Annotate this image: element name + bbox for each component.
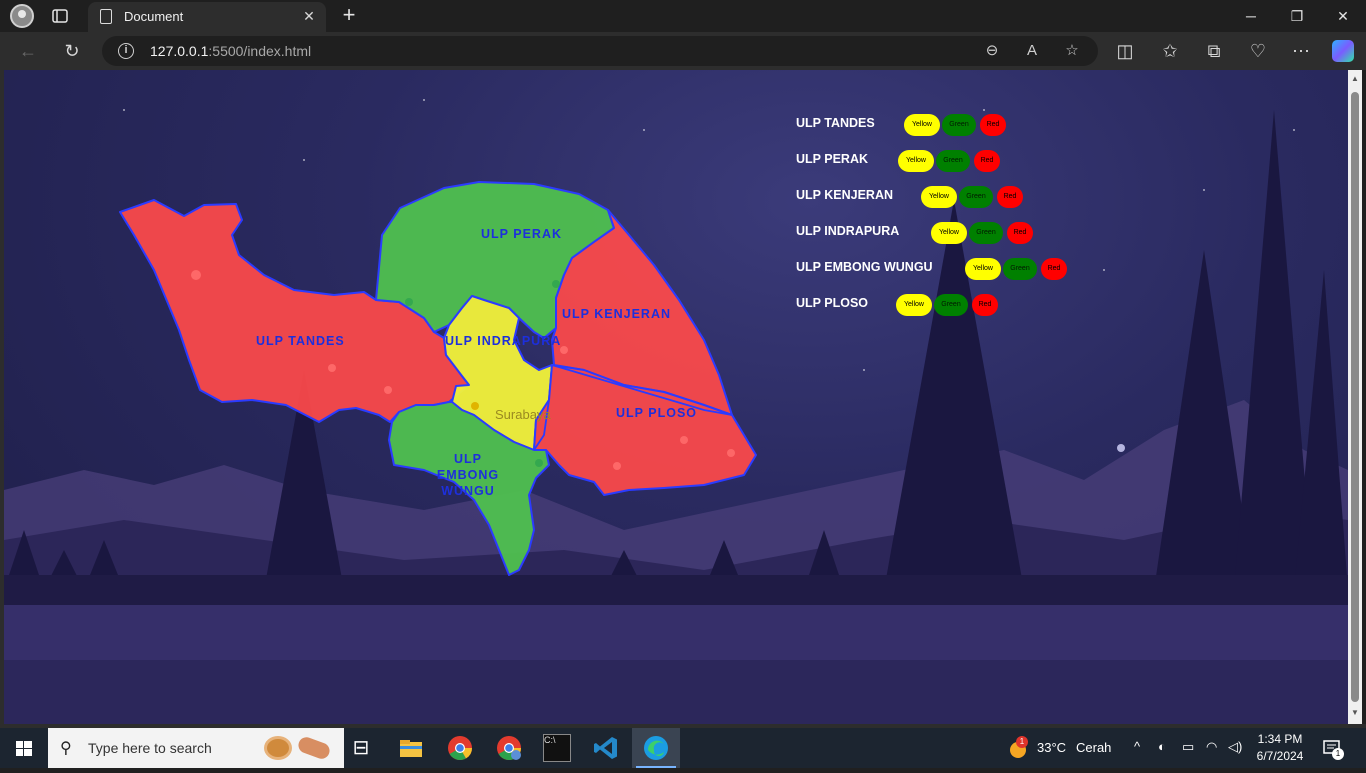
red-button[interactable]: Red [1041,258,1067,280]
legend-name: ULP INDRAPURA [796,224,900,238]
edge-icon [642,734,670,762]
legend-name: ULP TANDES [796,116,875,130]
settings-more-icon[interactable]: ⋯ [1290,40,1312,62]
zoom-out-icon[interactable]: ⊖ [982,41,1002,61]
scroll-up-arrow-icon[interactable]: ▲ [1350,74,1360,84]
chrome-icon[interactable] [446,734,474,762]
refresh-icon[interactable]: ↻ [61,40,83,62]
label-indrapura: ULP INDRAPURA [445,334,562,348]
close-window-icon[interactable]: ✕ [1320,0,1366,32]
green-button[interactable]: Green [1003,258,1037,280]
browser-titlebar: Document ✕ + ─ ❐ ✕ [0,0,1366,32]
chrome-profile-icon[interactable] [495,734,523,762]
start-button[interactable] [0,728,48,768]
profile-avatar-icon[interactable] [10,4,34,28]
legend-name: ULP PERAK [796,152,869,166]
green-button[interactable]: Green [934,294,968,316]
minimize-icon[interactable]: ─ [1228,0,1274,32]
url-text[interactable]: 127.0.0.1:5500/index.html [150,43,311,59]
show-hidden-icons-icon[interactable]: ^ [1134,739,1140,754]
red-button[interactable]: Red [997,186,1023,208]
back-icon[interactable]: ← [17,40,39,62]
yellow-button[interactable]: Yellow [921,186,957,208]
meet-now-icon[interactable]: ◐ [1158,739,1166,754]
new-tab-icon[interactable]: + [338,3,360,27]
weather-temperature[interactable]: 33°C [1037,740,1066,755]
windows-logo-icon [16,741,32,756]
file-explorer-icon[interactable] [397,734,425,762]
restore-icon[interactable]: ❐ [1274,0,1320,32]
search-highlight-bread-icon [296,735,332,761]
notifications-icon[interactable]: 1 [1322,738,1344,760]
page-viewport: ULP TANDES ULP PERAK ULP KENJERAN ULP IN… [4,70,1348,724]
search-placeholder: Type here to search [88,740,212,756]
green-button[interactable]: Green [969,222,1003,244]
yellow-button[interactable]: Yellow [898,150,934,172]
split-screen-icon[interactable]: ◫ [1114,40,1136,62]
clock-time: 1:34 PM [1257,732,1303,746]
wifi-icon[interactable]: ◠ [1206,739,1217,755]
windows-taskbar: ⚲ Type here to search ⊟ C:\ 1 33°C Cerah… [0,728,1366,768]
legend-name: ULP EMBONG WUNGU [796,260,933,274]
search-highlight-donut-icon [264,736,292,760]
label-tandes: ULP TANDES [256,334,345,348]
red-button[interactable]: Red [972,294,998,316]
address-bar[interactable]: i 127.0.0.1:5500/index.html ⊖ A ☆ [102,36,1098,66]
document-icon [100,9,112,24]
navigation-bar: ← ↻ i 127.0.0.1:5500/index.html ⊖ A ☆ ◫ … [0,32,1366,70]
label-perak: ULP PERAK [481,227,563,241]
legend-name: ULP PLOSO [796,296,869,310]
weather-icon[interactable]: 1 [1006,736,1030,760]
legend-name: ULP KENJERAN [796,188,894,202]
read-aloud-icon[interactable]: A [1022,41,1042,61]
terminal-icon[interactable]: C:\ [543,734,571,762]
city-label: Surabaya [495,407,551,422]
system-clock[interactable]: 1:34 PM 6/7/2024 [1250,731,1310,765]
taskbar-search-box[interactable]: ⚲ Type here to search [48,728,344,768]
red-button[interactable]: Red [1007,222,1033,244]
yellow-button[interactable]: Yellow [896,294,932,316]
vertical-scrollbar[interactable]: ▲ ▼ [1348,70,1362,724]
copilot-icon[interactable] [1332,40,1354,62]
vscode-icon[interactable] [592,734,620,762]
tab-title: Document [124,9,184,24]
night-landscape-background [4,99,1348,724]
favorite-star-icon[interactable]: ☆ [1062,41,1082,61]
close-tab-icon[interactable]: ✕ [300,7,318,25]
scroll-thumb[interactable] [1351,92,1359,702]
tab-document[interactable]: Document ✕ [88,2,326,32]
label-embong-wungu: ULP EMBONG WUNGU [436,452,500,498]
task-view-icon[interactable]: ⊟ [347,734,375,762]
yellow-button[interactable]: Yellow [904,114,940,136]
red-button[interactable]: Red [980,114,1006,136]
tab-actions-icon[interactable] [50,6,70,26]
red-button[interactable]: Red [974,150,1000,172]
yellow-button[interactable]: Yellow [931,222,967,244]
yellow-button[interactable]: Yellow [965,258,1001,280]
browser-essentials-icon[interactable]: ♡ [1247,40,1269,62]
edge-taskbar-active[interactable] [632,728,680,768]
weather-condition[interactable]: Cerah [1076,740,1111,755]
green-button[interactable]: Green [942,114,976,136]
green-button[interactable]: Green [959,186,993,208]
label-kenjeran: ULP KENJERAN [562,307,672,321]
green-button[interactable]: Green [936,150,970,172]
site-info-icon[interactable]: i [118,43,134,59]
window-left-edge [0,70,4,728]
scroll-down-arrow-icon[interactable]: ▼ [1350,708,1360,718]
battery-icon[interactable]: ▭ [1182,739,1194,755]
label-ploso: ULP PLOSO [616,406,698,420]
favorites-icon[interactable]: ✩ [1159,40,1181,62]
volume-icon[interactable]: ◁) [1228,739,1242,755]
collections-icon[interactable]: ⧉ [1203,40,1225,62]
clock-date: 6/7/2024 [1256,749,1304,763]
search-icon: ⚲ [60,740,72,757]
